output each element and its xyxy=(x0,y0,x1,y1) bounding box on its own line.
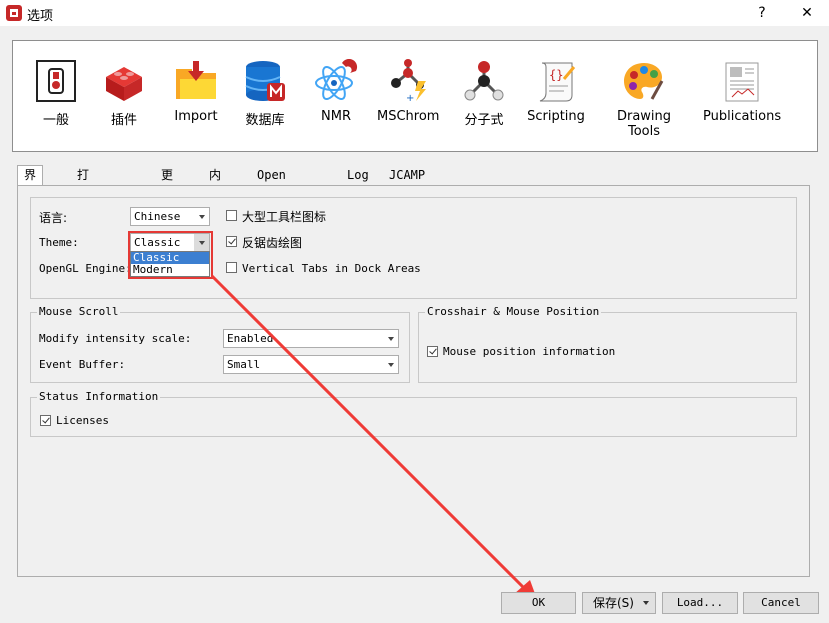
ok-button[interactable]: OK xyxy=(501,592,576,614)
chevron-down-icon xyxy=(643,601,649,605)
save-button-label: 保存(S) xyxy=(593,596,634,610)
annotation-arrow xyxy=(210,274,538,602)
cancel-button[interactable]: Cancel xyxy=(743,592,819,614)
load-button[interactable]: Load... xyxy=(662,592,738,614)
save-button[interactable]: 保存(S) xyxy=(582,592,656,614)
